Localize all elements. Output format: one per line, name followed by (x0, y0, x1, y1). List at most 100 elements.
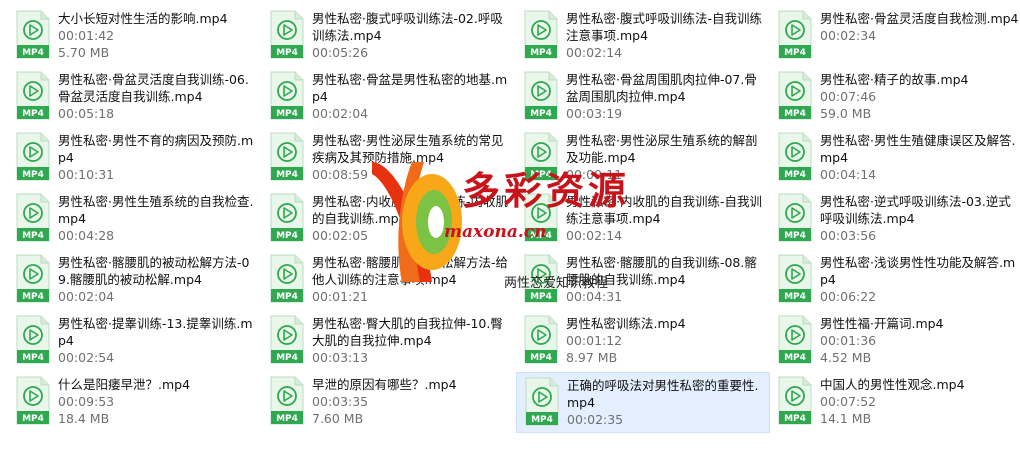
file-tile[interactable]: MP4 男性私密·逆式呼吸训练法-03.逆式呼吸训练法.mp4 00:03:56 (770, 189, 1020, 250)
file-duration: 00:08:59 (312, 167, 369, 182)
file-tile[interactable]: MP4 男性性福·开篇词.mp4 00:01:36 4.52 MB (770, 311, 1020, 372)
file-tile[interactable]: MP4 男性私密·内收肌的自我训练-内收肌的自我训练.mp4 00:02:05 (262, 189, 516, 250)
svg-text:MP4: MP4 (276, 292, 298, 302)
file-name: 男性私密·臀大肌的自我拉伸-10.臀大肌的自我拉伸.mp4 (312, 316, 503, 348)
file-name: 男性私密·男性生殖系统的自我检查.mp4 (58, 194, 254, 226)
file-tile[interactable]: MP4 男性私密·男性泌尿生殖系统的常见疾病及其预防措施.mp4 00:08:5… (262, 128, 516, 189)
file-duration: 00:02:35 (567, 412, 624, 427)
file-tile[interactable]: MP4 男性私密·男性泌尿生殖系统的解剖及功能.mp4 00:09:11 (516, 128, 770, 189)
mp4-file-icon: MP4 (522, 193, 560, 243)
file-name: 男性私密·髂腰肌的被动松解方法-09.髂腰肌的被动松解.mp4 (58, 255, 250, 287)
file-meta: 早泄的原因有哪些？.mp4 00:03:35 7.60 MB (312, 376, 512, 427)
svg-text:MP4: MP4 (784, 353, 806, 363)
file-tile[interactable]: MP4 男性私密·男性生殖系统的自我检查.mp4 00:04:28 (8, 189, 262, 250)
file-tile[interactable]: MP4 男性私密·髂腰肌的自我训练-08.髂腰肌的自我训练.mp4 00:04:… (516, 250, 770, 311)
file-tile[interactable]: MP4 男性私密·髂腰肌的被动松解方法-09.髂腰肌的被动松解.mp4 00:0… (8, 250, 262, 311)
mp4-file-icon: MP4 (268, 315, 306, 365)
file-tile[interactable]: MP4 男性私密·男性不育的病因及预防.mp4 00:10:31 (8, 128, 262, 189)
mp4-file-icon: MP4 (14, 10, 52, 60)
file-tile[interactable]: MP4 男性私密·腹式呼吸训练法-02.呼吸训练法.mp4 00:05:26 (262, 6, 516, 67)
file-meta: 男性私密·男性生殖健康误区及解答.mp4 00:04:14 (820, 132, 1020, 183)
file-tile[interactable]: MP4 男性私密·骨盆灵活度自我训练-06.骨盆灵活度自我训练.mp4 00:0… (8, 67, 262, 128)
mp4-file-icon: MP4 (776, 376, 814, 426)
mp4-file-icon: MP4 (522, 315, 560, 365)
file-tile[interactable]: MP4 男性私密·骨盆是男性私密的地基.mp4 00:02:04 (262, 67, 516, 128)
file-tile[interactable]: MP4 男性私密·臀大肌的自我拉伸-10.臀大肌的自我拉伸.mp4 00:03:… (262, 311, 516, 372)
svg-text:MP4: MP4 (531, 415, 553, 425)
file-name: 男性私密·骨盆灵活度自我检测.mp4 (820, 11, 1019, 26)
file-duration: 00:05:26 (312, 45, 369, 60)
svg-text:MP4: MP4 (276, 353, 298, 363)
file-duration: 00:09:11 (566, 167, 623, 182)
file-meta: 男性私密·骨盆灵活度自我检测.mp4 00:02:34 (820, 10, 1020, 44)
file-duration: 00:07:52 (820, 394, 877, 409)
file-meta: 正确的呼吸法对男性私密的重要性.mp4 00:02:35 (567, 377, 765, 428)
file-name: 男性私密·骨盆周围肌肉拉伸-07.骨盆周围肌肉拉伸.mp4 (566, 72, 757, 104)
svg-text:MP4: MP4 (22, 353, 44, 363)
svg-text:MP4: MP4 (22, 48, 44, 58)
mp4-file-icon: MP4 (268, 254, 306, 304)
file-meta: 男性私密·内收肌的自我训练-内收肌的自我训练.mp4 00:02:05 (312, 193, 512, 244)
svg-text:MP4: MP4 (784, 48, 806, 58)
mp4-file-icon: MP4 (776, 71, 814, 121)
mp4-file-icon: MP4 (268, 193, 306, 243)
file-tile[interactable]: MP4 男性私密·男性生殖健康误区及解答.mp4 00:04:14 (770, 128, 1020, 189)
file-name: 男性私密·男性不育的病因及预防.mp4 (58, 133, 254, 165)
file-size: 8.97 MB (566, 350, 618, 365)
file-tile[interactable]: MP4 早泄的原因有哪些？.mp4 00:03:35 7.60 MB (262, 372, 516, 433)
file-duration: 00:04:31 (566, 289, 623, 304)
file-meta: 中国人的男性性观念.mp4 00:07:52 14.1 MB (820, 376, 1020, 427)
file-tile[interactable]: MP4 大小长短对性生活的影响.mp4 00:01:42 5.70 MB (8, 6, 262, 67)
file-duration: 00:03:19 (566, 106, 623, 121)
file-name: 男性私密·男性生殖健康误区及解答.mp4 (820, 133, 1016, 165)
file-tile[interactable]: MP4 男性私密·骨盆周围肌肉拉伸-07.骨盆周围肌肉拉伸.mp4 00:03:… (516, 67, 770, 128)
file-size: 59.0 MB (820, 106, 872, 121)
file-tile[interactable]: MP4 男性私密·腹式呼吸训练法-自我训练注意事项.mp4 00:02:14 (516, 6, 770, 67)
file-name: 正确的呼吸法对男性私密的重要性.mp4 (567, 378, 759, 410)
file-tile[interactable]: MP4 男性私密·髂腰肌的被动松解方法-给他人训练的注意事项.mp4 00:01… (262, 250, 516, 311)
file-grid: MP4 大小长短对性生活的影响.mp4 00:01:42 5.70 MB MP4… (8, 6, 1020, 451)
file-tile[interactable]: MP4 男性私密·精子的故事.mp4 00:07:46 59.0 MB (770, 67, 1020, 128)
svg-text:MP4: MP4 (784, 170, 806, 180)
svg-text:MP4: MP4 (276, 414, 298, 424)
mp4-file-icon: MP4 (14, 71, 52, 121)
mp4-file-icon: MP4 (14, 254, 52, 304)
file-name: 男性私密训练法.mp4 (566, 316, 686, 331)
file-tile[interactable]: MP4 男性私密·内收肌的自我训练-自我训练注意事项.mp4 00:02:14 (516, 189, 770, 250)
file-tile[interactable]: MP4 男性私密·浅谈男性性功能及解答.mp4 00:06:22 (770, 250, 1020, 311)
file-duration: 00:03:35 (312, 394, 369, 409)
file-duration: 00:01:42 (58, 28, 115, 43)
svg-text:MP4: MP4 (784, 414, 806, 424)
file-meta: 男性私密·男性泌尿生殖系统的常见疾病及其预防措施.mp4 00:08:59 (312, 132, 512, 183)
file-duration: 00:03:56 (820, 228, 877, 243)
svg-text:MP4: MP4 (530, 292, 552, 302)
file-name: 男性私密·内收肌的自我训练-内收肌的自我训练.mp4 (312, 194, 508, 226)
mp4-file-icon: MP4 (776, 10, 814, 60)
file-tile[interactable]: MP4 男性私密·提睾训练-13.提睾训练.mp4 00:02:54 (8, 311, 262, 372)
file-meta: 男性私密·精子的故事.mp4 00:07:46 59.0 MB (820, 71, 1020, 122)
svg-text:MP4: MP4 (530, 231, 552, 241)
file-meta: 男性私密·髂腰肌的被动松解方法-09.髂腰肌的被动松解.mp4 00:02:04 (58, 254, 258, 305)
svg-text:MP4: MP4 (22, 292, 44, 302)
file-tile[interactable]: MP4 中国人的男性性观念.mp4 00:07:52 14.1 MB (770, 372, 1020, 433)
file-tile[interactable]: MP4 正确的呼吸法对男性私密的重要性.mp4 00:02:35 (516, 372, 770, 433)
svg-text:MP4: MP4 (22, 414, 44, 424)
file-duration: 00:06:22 (820, 289, 877, 304)
mp4-file-icon: MP4 (14, 193, 52, 243)
file-tile[interactable]: MP4 男性私密·骨盆灵活度自我检测.mp4 00:02:34 (770, 6, 1020, 67)
file-meta: 什么是阳痿早泄？.mp4 00:09:53 18.4 MB (58, 376, 258, 427)
file-name: 早泄的原因有哪些？.mp4 (312, 377, 457, 392)
file-duration: 00:01:36 (820, 333, 877, 348)
file-meta: 男性私密训练法.mp4 00:01:12 8.97 MB (566, 315, 766, 366)
file-duration: 00:07:46 (820, 89, 877, 104)
mp4-file-icon: MP4 (776, 315, 814, 365)
mp4-file-icon: MP4 (522, 132, 560, 182)
file-tile[interactable]: MP4 什么是阳痿早泄？.mp4 00:09:53 18.4 MB (8, 372, 262, 433)
file-tile[interactable]: MP4 男性私密训练法.mp4 00:01:12 8.97 MB (516, 311, 770, 372)
file-meta: 男性私密·髂腰肌的自我训练-08.髂腰肌的自我训练.mp4 00:04:31 (566, 254, 766, 305)
file-name: 男性私密·骨盆灵活度自我训练-06.骨盆灵活度自我训练.mp4 (58, 72, 249, 104)
file-name: 男性私密·男性泌尿生殖系统的常见疾病及其预防措施.mp4 (312, 133, 504, 165)
mp4-file-icon: MP4 (776, 132, 814, 182)
mp4-file-icon: MP4 (268, 71, 306, 121)
svg-text:MP4: MP4 (530, 170, 552, 180)
